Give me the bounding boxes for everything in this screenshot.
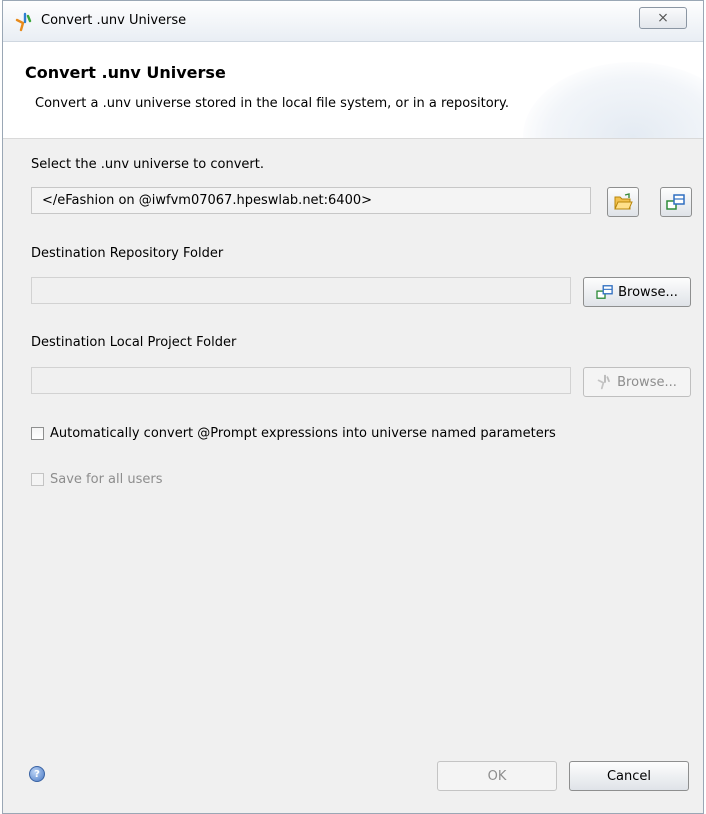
header-description: Convert a .unv universe stored in the lo… [35, 96, 509, 111]
header-decoration [523, 62, 703, 138]
save-all-users-option[interactable]: Save for all users [31, 472, 163, 487]
save-all-users-checkbox[interactable] [31, 473, 44, 486]
destination-repository-field[interactable] [31, 277, 571, 304]
convert-prompts-label: Automatically convert @Prompt expression… [50, 426, 556, 441]
window-title: Convert .unv Universe [41, 13, 187, 28]
browse-local-file-button[interactable] [607, 187, 639, 217]
close-button[interactable]: ⨯ [639, 7, 687, 29]
source-label: Select the .unv universe to convert. [31, 157, 264, 172]
browse-repository-button[interactable] [660, 187, 692, 217]
convert-universe-dialog: Convert .unv Universe ⨯ Convert .unv Uni… [2, 0, 704, 814]
app-icon [15, 12, 32, 32]
close-icon: ⨯ [657, 10, 669, 26]
cancel-button[interactable]: Cancel [569, 761, 689, 791]
ok-button[interactable]: OK [437, 761, 557, 791]
convert-prompts-checkbox[interactable] [31, 427, 44, 440]
open-folder-icon [614, 193, 633, 210]
repository-icon [666, 194, 685, 210]
destination-local-label: Destination Local Project Folder [31, 335, 237, 350]
browse-label: Browse... [617, 374, 677, 390]
repository-icon [596, 285, 613, 299]
help-glyph: ? [34, 768, 40, 780]
help-icon[interactable]: ? [29, 766, 45, 782]
browse-label: Browse... [618, 284, 678, 300]
app-icon [597, 374, 611, 390]
title-bar[interactable]: Convert .unv Universe ⨯ [3, 1, 703, 42]
dialog-header: Convert .unv Universe Convert a .unv uni… [3, 42, 703, 139]
source-universe-field[interactable]: </eFashion on @iwfvm07067.hpeswlab.net:6… [31, 187, 591, 214]
browse-local-folder-button[interactable]: Browse... [583, 367, 691, 397]
destination-repository-label: Destination Repository Folder [31, 246, 224, 261]
save-all-users-label: Save for all users [50, 472, 163, 487]
destination-local-field[interactable] [31, 367, 571, 394]
browse-repository-folder-button[interactable]: Browse... [583, 277, 691, 307]
header-title: Convert .unv Universe [25, 63, 226, 82]
convert-prompts-option[interactable]: Automatically convert @Prompt expression… [31, 426, 556, 441]
